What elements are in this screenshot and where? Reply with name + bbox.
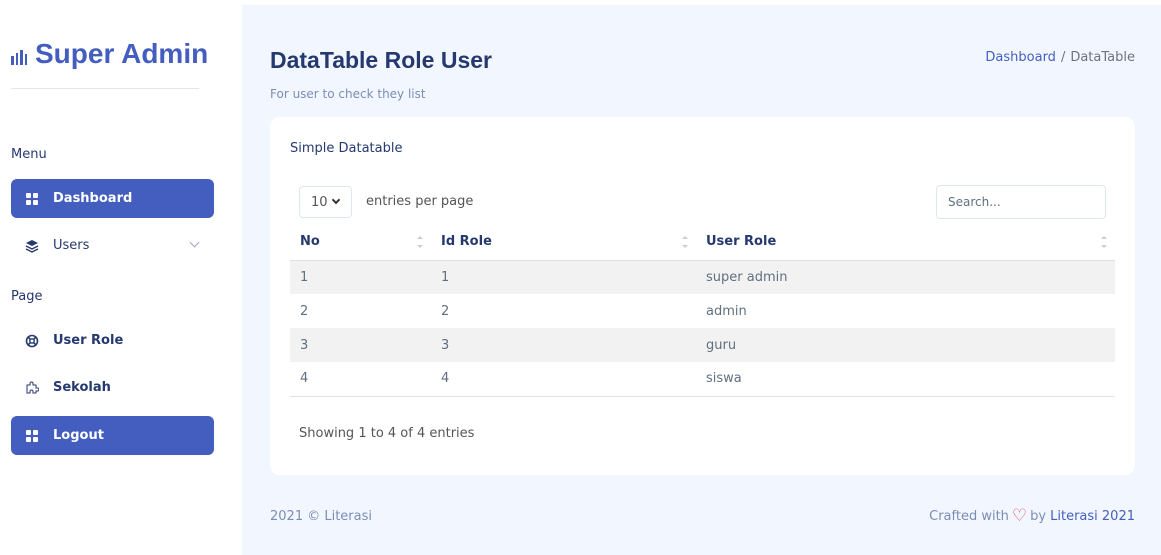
divider: [11, 88, 199, 89]
brand-title: Super Admin: [35, 38, 209, 69]
menu-section-title: Menu: [11, 147, 47, 162]
page-title: DataTable Role User: [270, 47, 492, 73]
main-content: DataTable Role User For user to check th…: [242, 5, 1161, 555]
per-page-select[interactable]: 10: [299, 186, 352, 218]
page-subtitle: For user to check they list: [270, 87, 426, 101]
table-header-row: No Id Role User Role: [290, 224, 1115, 261]
chevron-down-icon: [331, 195, 340, 205]
stack-icon: [25, 239, 39, 253]
breadcrumb-separator: /: [1060, 50, 1066, 65]
breadcrumb: Dashboard / DataTable: [985, 50, 1135, 65]
sidebar: Super Admin Menu Dashboard Users Page Us…: [0, 0, 242, 555]
footer-crafted-text: Crafted with: [929, 509, 1009, 524]
sidebar-item-label: Sekolah: [53, 380, 111, 395]
sidebar-item-user-role[interactable]: User Role: [11, 321, 214, 360]
table-row: 3 3 guru: [290, 328, 1115, 362]
table-cell: 2: [300, 303, 309, 319]
column-header-label: Id Role: [441, 234, 492, 250]
table-row: 4 4 siswa: [290, 362, 1115, 397]
table-cell: guru: [696, 328, 1115, 362]
grid-icon: [25, 429, 39, 443]
breadcrumb-link-dashboard[interactable]: Dashboard: [985, 50, 1056, 65]
column-header-label: No: [300, 234, 320, 250]
sidebar-item-sekolah[interactable]: Sekolah: [11, 368, 214, 407]
footer-copyright: 2021 © Literasi: [270, 509, 372, 524]
table-cell: 4: [290, 362, 431, 397]
sidebar-item-label: User Role: [53, 333, 124, 348]
sidebar-item-users[interactable]: Users: [11, 226, 214, 265]
sidebar-item-logout[interactable]: Logout: [11, 416, 214, 455]
footer-by-text: by: [1030, 509, 1047, 524]
sidebar-item-label: Users: [53, 238, 90, 253]
footer-link[interactable]: Literasi 2021: [1050, 509, 1135, 524]
sort-icon: [417, 236, 423, 248]
column-header-no[interactable]: No: [290, 224, 431, 261]
grid-icon: [25, 192, 39, 206]
sidebar-item-dashboard[interactable]: Dashboard: [11, 179, 214, 218]
data-table: No Id Role User Role 1 1 super admin 2 2…: [290, 224, 1115, 397]
table-cell: 3: [431, 328, 696, 362]
chevron-down-icon: [189, 237, 200, 248]
life-ring-icon: [25, 334, 39, 348]
table-cell: siswa: [696, 362, 1115, 397]
brand[interactable]: Super Admin: [11, 38, 208, 70]
table-cell: 1: [431, 260, 696, 294]
footer-credit: Crafted with ♡ by Literasi 2021: [929, 508, 1135, 525]
table-info: Showing 1 to 4 of 4 entries: [299, 426, 475, 441]
table-cell: 3: [290, 328, 431, 362]
page-section-title: Page: [11, 289, 43, 304]
table-cell: 1: [290, 260, 431, 294]
breadcrumb-current: DataTable: [1070, 50, 1135, 65]
sort-icon: [1101, 236, 1107, 248]
table-cell: super admin: [696, 260, 1115, 294]
column-header-label: User Role: [706, 234, 777, 250]
puzzle-icon: [25, 381, 39, 395]
per-page-value: 10: [311, 194, 328, 210]
column-header-user-role[interactable]: User Role: [696, 224, 1115, 261]
search-input[interactable]: [936, 185, 1106, 219]
card-title: Simple Datatable: [290, 141, 403, 156]
column-header-id-role[interactable]: Id Role: [431, 224, 696, 261]
datatable-card: Simple Datatable 10 entries per page No …: [270, 117, 1135, 475]
per-page-label: entries per page: [366, 194, 474, 209]
sort-icon: [682, 236, 688, 248]
sidebar-item-label: Dashboard: [53, 191, 133, 206]
table-row: 1 1 super admin: [290, 260, 1115, 294]
heart-icon: ♡: [1011, 506, 1028, 526]
table-cell: 2: [441, 303, 450, 319]
sidebar-item-label: Logout: [53, 428, 104, 443]
bar-chart-icon: [11, 49, 27, 65]
table-row: 2 2 admin: [290, 294, 1115, 328]
app: Super Admin Menu Dashboard Users Page Us…: [0, 0, 1161, 555]
table-cell: 4: [431, 362, 696, 397]
table-cell: admin: [706, 303, 747, 319]
